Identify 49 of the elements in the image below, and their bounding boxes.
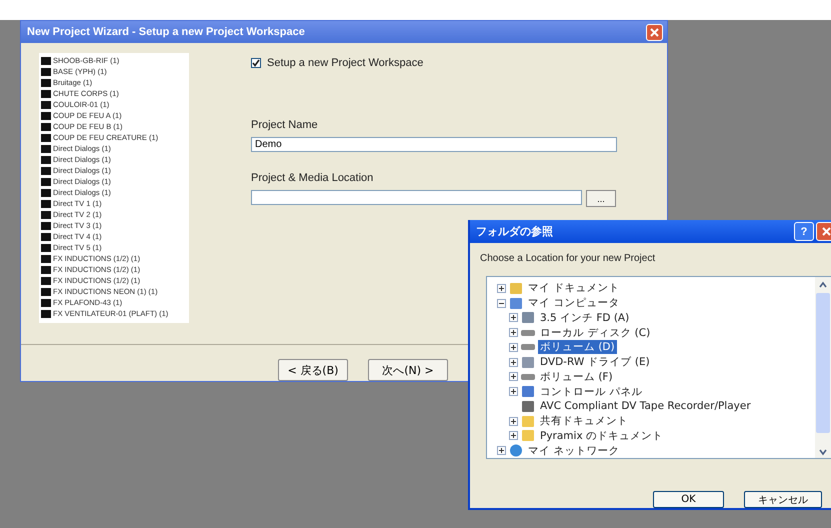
tree-item[interactable]: マイ ネットワーク [526,444,622,458]
collapse-icon[interactable] [497,298,506,308]
folder-icon [521,414,535,428]
folder-icon [521,429,535,442]
tree-item[interactable]: AVC Compliant DV Tape Recorder/Player [538,400,753,412]
location-field[interactable] [251,190,582,205]
ok-button[interactable]: OK [653,491,724,508]
globe-icon [509,444,523,458]
expand-icon[interactable] [509,342,518,352]
checkbox-label: Setup a new Project Workspace [267,57,424,69]
cancel-button[interactable]: キャンセル [744,491,822,508]
scrollbar[interactable] [815,277,831,458]
checkbox[interactable] [251,58,261,68]
prompt-text: Choose a Location for your new Project [480,253,656,264]
back-button[interactable]: < 戻る(B) [278,359,348,381]
browse-button[interactable]: ... [586,190,616,207]
tree-item[interactable]: ローカル ディスク (C) [538,326,652,340]
tree-item[interactable]: ボリューム (D) [538,340,617,354]
expand-icon[interactable] [497,446,506,456]
window-title: New Project Wizard - Setup a new Project Workspace [27,26,305,38]
expand-icon[interactable] [509,358,518,367]
help-button[interactable]: ? [794,222,814,241]
expand-icon[interactable] [509,328,518,338]
scroll-thumb[interactable] [816,293,830,433]
field-label: Project Name [251,119,319,131]
close-icon [822,227,830,236]
tree-item[interactable]: 3.5 インチ FD (A) [538,310,632,325]
expand-icon[interactable] [497,284,506,293]
tree-item[interactable]: マイ ドキュメント [526,281,622,296]
field-label: Project & Media Location [251,172,374,184]
check-icon [252,59,260,67]
expand-icon[interactable] [509,431,518,440]
expand-icon[interactable] [509,313,518,322]
tree-item[interactable]: コントロール パネル [538,384,644,399]
project-name-field[interactable]: Demo [251,137,617,152]
close-button[interactable] [646,24,663,40]
tree-item[interactable]: マイ コンピュータ [526,296,622,310]
next-button[interactable]: 次へ(N) > [368,359,448,381]
tree-item[interactable]: ボリューム (F) [538,370,615,384]
tree-item[interactable]: 共有ドキュメント [538,414,630,428]
folder-icon [509,282,523,295]
expand-icon[interactable] [509,387,518,396]
expand-icon[interactable] [509,416,518,426]
close-icon [650,28,659,36]
dialog-title: フォルダの参照 [476,224,553,239]
tree-item[interactable]: Pyramix のドキュメント [538,428,665,443]
close-button[interactable] [816,222,831,241]
expand-icon[interactable] [509,372,518,382]
tree-item[interactable]: DVD-RW ドライブ (E) [538,355,652,370]
